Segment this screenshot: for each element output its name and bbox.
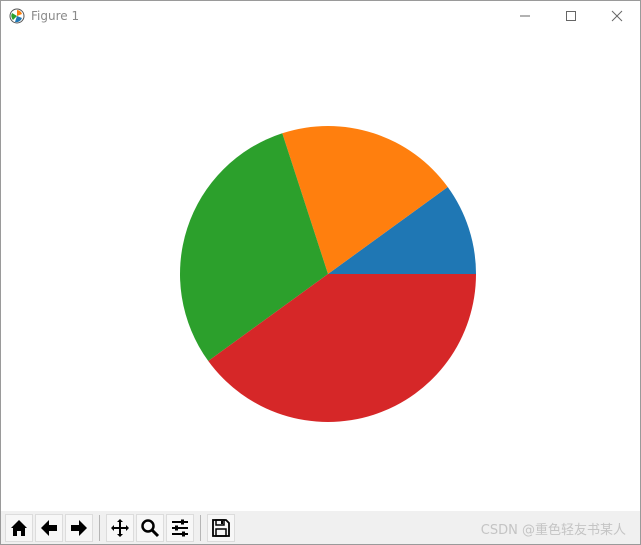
home-icon bbox=[11, 519, 27, 536]
zoom-button[interactable] bbox=[136, 513, 164, 542]
configure-subplots-icon bbox=[172, 519, 188, 536]
configure-subplots-button[interactable] bbox=[166, 513, 194, 542]
forward-icon bbox=[71, 519, 87, 536]
window-title: Figure 1 bbox=[31, 9, 80, 23]
figure-canvas[interactable] bbox=[1, 31, 640, 511]
pie-chart bbox=[180, 126, 476, 422]
zoom-icon bbox=[141, 518, 160, 537]
window-controls bbox=[502, 1, 640, 31]
close-icon bbox=[611, 10, 623, 22]
minimize-icon bbox=[520, 15, 530, 17]
save-button[interactable] bbox=[207, 513, 235, 542]
figure-window: Figure 1 CSDN @重色轻友书某人 bbox=[0, 0, 641, 545]
toolbar-separator bbox=[200, 514, 201, 541]
back-icon bbox=[41, 519, 57, 536]
back-button[interactable] bbox=[35, 513, 63, 542]
save-icon bbox=[212, 518, 230, 537]
close-button[interactable] bbox=[594, 1, 640, 31]
title-bar: Figure 1 bbox=[1, 1, 640, 31]
toolbar-separator bbox=[99, 514, 100, 541]
pan-icon bbox=[111, 518, 129, 537]
watermark-text: CSDN @重色轻友书某人 bbox=[480, 523, 626, 538]
maximize-button[interactable] bbox=[548, 1, 594, 31]
home-button[interactable] bbox=[5, 513, 33, 542]
minimize-button[interactable] bbox=[502, 1, 548, 31]
pan-button[interactable] bbox=[106, 513, 134, 542]
matplotlib-icon bbox=[9, 8, 25, 24]
maximize-icon bbox=[566, 11, 576, 21]
forward-button[interactable] bbox=[65, 513, 93, 542]
